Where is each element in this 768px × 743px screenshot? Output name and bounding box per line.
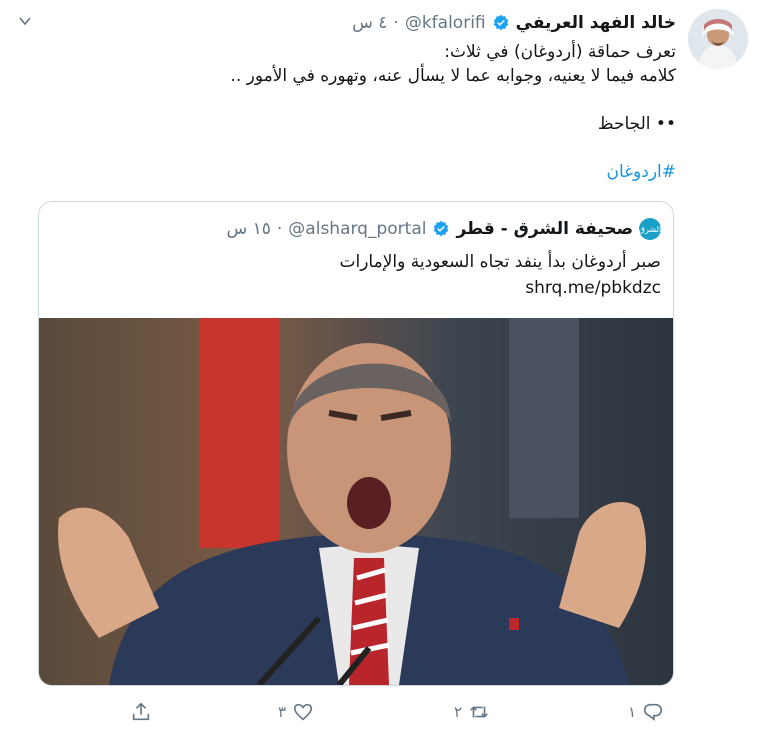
retweet-count: ٢ (454, 703, 463, 721)
retweet-button[interactable]: ٢ (454, 697, 490, 727)
quote-body: صبر أردوغان بدأ ينفد تجاه السعودية والإم… (339, 252, 661, 272)
tweet-line-1: تعرف حماقة (أردوغان) في ثلاث: (444, 42, 676, 62)
separator-dot: · (393, 13, 399, 33)
reply-button[interactable]: ١ (628, 697, 664, 727)
tweet-header: خالد الفهد العريفي @kfalorifi · ٤ س (352, 10, 676, 36)
verified-icon (493, 14, 508, 31)
share-button[interactable] (130, 697, 152, 727)
retweet-icon (470, 706, 488, 718)
tweet-line-2: كلامه فيما لا يعنيه، وجوابه عما لا يسأل … (230, 66, 676, 86)
verified-icon (434, 220, 449, 237)
news-photo (39, 318, 673, 685)
author-name[interactable]: خالد الفهد العريفي (516, 13, 676, 33)
quote-avatar: الشرق (639, 218, 661, 240)
hashtag-link[interactable]: #اردوغان (116, 160, 676, 184)
like-count: ٣ (278, 703, 287, 721)
quote-header: الشرق صحيفة الشرق - قطر @alsharq_portal … (226, 215, 661, 243)
avatar-photo (688, 9, 748, 69)
quote-time: ١٥ س (226, 219, 271, 239)
tweet-signature: •• الجاحظ (597, 114, 676, 134)
quoted-tweet[interactable]: الشرق صحيفة الشرق - قطر @alsharq_portal … (38, 201, 674, 686)
quote-link[interactable]: shrq.me/pbkdzc (61, 275, 661, 301)
tweet-actions: ٣ ٢ ١ (0, 697, 768, 727)
quote-photo[interactable] (39, 318, 673, 685)
chevron-down-icon[interactable] (18, 14, 32, 28)
share-icon (132, 702, 150, 721)
like-icon (293, 703, 313, 721)
author-handle[interactable]: @kfalorifi (405, 13, 486, 33)
like-button[interactable]: ٣ (278, 697, 314, 727)
quote-text: صبر أردوغان بدأ ينفد تجاه السعودية والإم… (61, 249, 661, 301)
reply-count: ١ (628, 703, 637, 721)
reply-icon (643, 703, 663, 722)
quote-author-handle: @alsharq_portal (288, 219, 427, 239)
tweet-time[interactable]: ٤ س (352, 13, 387, 33)
quote-separator-dot: · (276, 219, 283, 239)
quote-author-name: صحيفة الشرق - قطر (456, 219, 633, 239)
author-avatar[interactable] (688, 9, 748, 69)
tweet-text: تعرف حماقة (أردوغان) في ثلاث: كلامه فيما… (116, 40, 676, 184)
